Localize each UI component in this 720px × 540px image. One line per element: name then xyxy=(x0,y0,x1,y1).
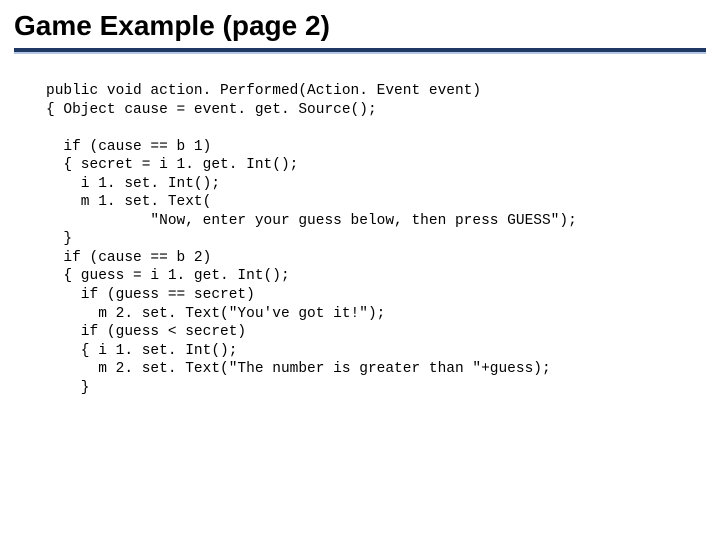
slide: Game Example (page 2) public void action… xyxy=(0,0,720,540)
code-area: public void action. Performed(Action. Ev… xyxy=(0,54,720,407)
code-block: public void action. Performed(Action. Ev… xyxy=(46,82,710,397)
title-area: Game Example (page 2) xyxy=(0,0,720,54)
slide-title: Game Example (page 2) xyxy=(14,10,706,42)
